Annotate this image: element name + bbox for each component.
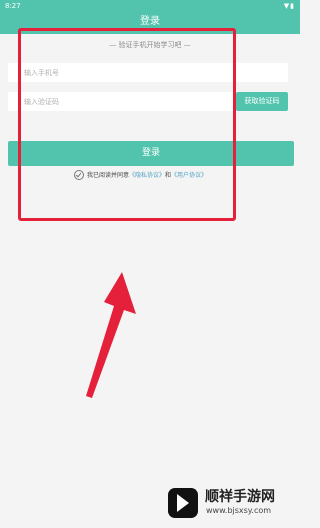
watermark-name: 顺祥手游网 [205,489,275,505]
watermark-url: www.bjsxsy.com [206,506,272,515]
annotation-highlight-box [18,28,236,221]
status-time: 8:27 [5,2,21,10]
status-bar: 8:27 ▼▮ [0,0,300,12]
annotation-arrow-icon [86,272,136,398]
status-icons: ▼▮ [283,2,295,10]
watermark-logo-icon [168,488,198,518]
get-code-button[interactable]: 获取验证码 [236,92,288,111]
